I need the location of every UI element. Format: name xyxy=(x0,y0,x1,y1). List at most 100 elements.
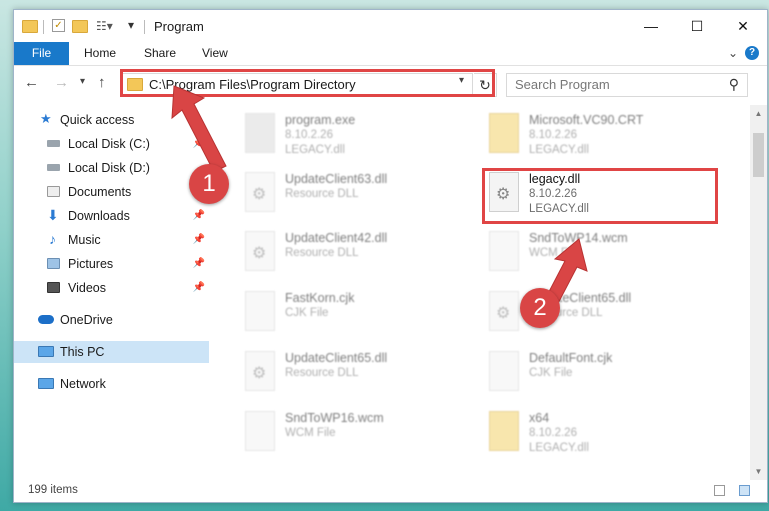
music-icon: ♪ xyxy=(49,231,56,247)
search-placeholder: Search Program xyxy=(515,77,610,92)
quick-access-dropdown-icon[interactable]: ▾ xyxy=(128,18,134,34)
explorer-window: ✓ ☷▾ ▾ Program — ☐ ✕ File Home Share Vie… xyxy=(13,9,768,503)
file-item[interactable]: UpdateClient65.dll Resource DLL xyxy=(239,347,479,405)
file-item[interactable]: UpdateClient65.dll Resource DLL xyxy=(483,287,723,345)
file-type: CJK File xyxy=(529,367,573,379)
file-item[interactable]: UpdateClient63.dll Resource DLL xyxy=(239,168,479,226)
file-list: program.exe 8.10.2.26 LEGACY.dll Microso… xyxy=(211,105,745,480)
customize-icon[interactable]: ☷▾ xyxy=(96,19,113,35)
sidebar-item-music[interactable]: ♪ Music 📌 xyxy=(14,229,209,251)
recent-locations-icon[interactable]: ▾ xyxy=(80,76,85,87)
title-bar: ✓ ☷▾ ▾ Program — ☐ ✕ xyxy=(14,10,767,42)
sidebar-item-label: Documents xyxy=(68,185,132,199)
file-type: Resource DLL xyxy=(285,188,359,200)
file-type: Resource DLL xyxy=(285,247,359,259)
file-icon xyxy=(489,231,519,271)
sidebar-item-label: Local Disk (D:) xyxy=(68,161,150,175)
star-icon: ★ xyxy=(40,111,52,126)
new-folder-icon[interactable] xyxy=(72,20,88,33)
file-name: DefaultFont.cjk xyxy=(529,351,613,365)
file-item[interactable]: SndToWP16.wcm WCM File xyxy=(239,407,479,465)
sidebar-item-label: Videos xyxy=(68,281,106,295)
maximize-button[interactable]: ☐ xyxy=(674,10,720,42)
sidebar-item-label: OneDrive xyxy=(60,313,113,327)
file-name: x64 xyxy=(529,411,550,425)
sidebar-item-label: Pictures xyxy=(68,257,114,271)
file-highlight-box xyxy=(482,168,718,224)
search-input[interactable]: Search Program ⚲ xyxy=(506,73,748,97)
drive-icon xyxy=(47,164,60,171)
file-name: program.exe xyxy=(285,113,356,127)
file-version: 8.10.2.26 xyxy=(529,129,577,141)
scroll-up-icon[interactable]: ▲ xyxy=(750,105,767,122)
large-icons-view-icon[interactable] xyxy=(739,485,750,496)
file-icon xyxy=(489,351,519,391)
drive-icon xyxy=(47,140,60,147)
sidebar-item-label: Quick access xyxy=(60,113,135,127)
videos-icon xyxy=(47,282,60,293)
file-description: LEGACY.dll xyxy=(529,442,589,454)
file-name: UpdateClient65.dll xyxy=(285,351,388,365)
file-name: SndToWP16.wcm xyxy=(285,411,384,425)
sidebar-item-label: Local Disk (C:) xyxy=(68,137,150,151)
minimize-button[interactable]: — xyxy=(628,10,674,42)
pin-icon: 📌 xyxy=(192,282,205,293)
dll-file-icon xyxy=(245,172,275,212)
step-1-badge: 1 xyxy=(189,164,229,204)
folder-icon xyxy=(489,113,519,153)
file-item[interactable]: UpdateClient42.dll Resource DLL xyxy=(239,227,479,285)
file-item[interactable]: x64 8.10.2.26 LEGACY.dll xyxy=(483,407,723,465)
computer-icon xyxy=(38,346,54,357)
file-item[interactable]: FastKorn.cjk CJK File xyxy=(239,287,479,345)
sidebar-item-videos[interactable]: Videos 📌 xyxy=(14,277,209,299)
file-type: CJK File xyxy=(285,307,329,319)
back-icon[interactable]: ← xyxy=(24,74,39,91)
tab-file[interactable]: File xyxy=(14,42,69,65)
sidebar-item-label: Network xyxy=(60,377,106,391)
cloud-icon xyxy=(38,315,54,324)
sidebar-item-downloads[interactable]: ⬇ Downloads 📌 xyxy=(14,205,209,227)
file-item[interactable]: DefaultFont.cjk CJK File xyxy=(483,347,723,405)
file-description: LEGACY.dll xyxy=(285,144,345,156)
file-name: Microsoft.VC90.CRT xyxy=(529,113,644,127)
divider xyxy=(144,20,145,34)
expand-ribbon-icon[interactable]: ⌄ xyxy=(728,42,738,65)
dll-file-icon xyxy=(245,351,275,391)
ribbon-tabs: File Home Share View ⌄ ? xyxy=(14,42,767,66)
sidebar-item-network[interactable]: Network xyxy=(14,373,209,395)
up-icon[interactable]: ↑ xyxy=(98,74,106,91)
network-icon xyxy=(38,378,54,389)
sidebar-item-onedrive[interactable]: OneDrive xyxy=(14,309,209,331)
pin-icon: 📌 xyxy=(192,258,205,269)
scroll-down-icon[interactable]: ▼ xyxy=(750,463,767,480)
file-type: Resource DLL xyxy=(285,367,359,379)
vertical-scrollbar[interactable]: ▲ ▼ xyxy=(750,105,767,480)
status-bar: 199 items xyxy=(14,480,767,502)
divider xyxy=(43,20,44,34)
file-type: WCM File xyxy=(285,427,336,439)
close-button[interactable]: ✕ xyxy=(720,10,766,42)
exe-file-icon xyxy=(245,113,275,153)
step-2-badge: 2 xyxy=(520,288,560,328)
documents-icon xyxy=(47,186,60,197)
folder-icon xyxy=(489,411,519,451)
tab-home[interactable]: Home xyxy=(84,42,116,65)
file-item[interactable]: program.exe 8.10.2.26 LEGACY.dll xyxy=(239,109,479,167)
tab-view[interactable]: View xyxy=(202,42,228,65)
file-name: UpdateClient63.dll xyxy=(285,172,388,186)
scroll-thumb[interactable] xyxy=(753,133,764,177)
help-icon[interactable]: ? xyxy=(745,46,759,60)
properties-icon[interactable]: ✓ xyxy=(52,19,65,32)
file-name: FastKorn.cjk xyxy=(285,291,355,305)
file-item[interactable]: Microsoft.VC90.CRT 8.10.2.26 LEGACY.dll xyxy=(483,109,723,167)
tab-share[interactable]: Share xyxy=(144,42,176,65)
sidebar-item-this-pc[interactable]: This PC xyxy=(14,341,209,363)
details-view-icon[interactable] xyxy=(714,485,725,496)
forward-icon[interactable]: → xyxy=(54,74,69,91)
sidebar-item-label: This PC xyxy=(60,345,105,359)
file-item[interactable]: SndToWP14.wcm WCM File xyxy=(483,227,723,285)
window-title: Program xyxy=(154,19,204,34)
download-icon: ⬇ xyxy=(47,207,59,223)
folder-icon xyxy=(22,20,38,33)
sidebar-item-pictures[interactable]: Pictures 📌 xyxy=(14,253,209,275)
